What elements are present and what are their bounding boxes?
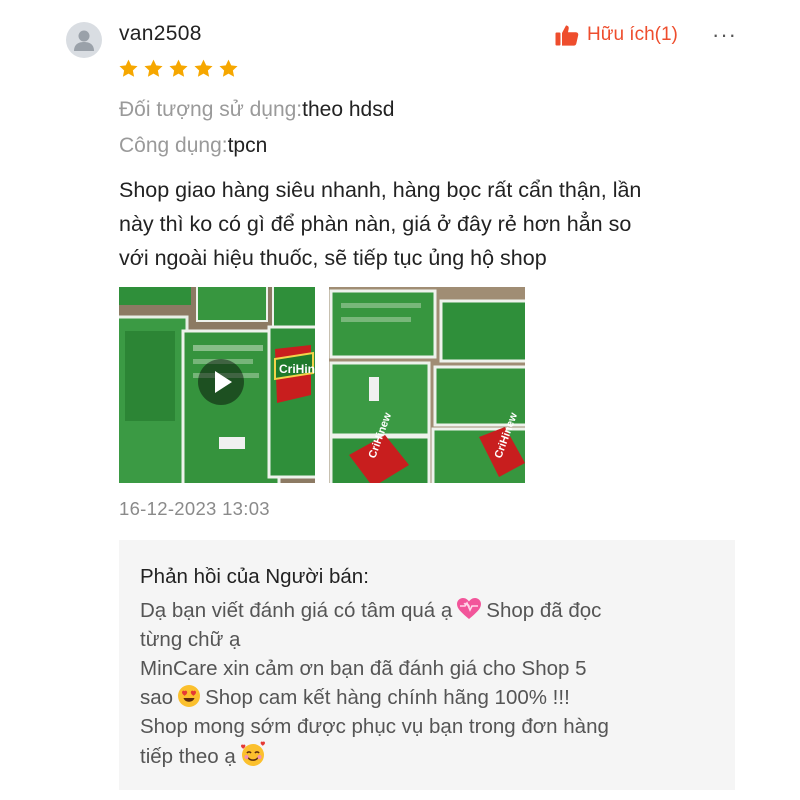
reply-text: tiếp theo ạ: [140, 745, 236, 768]
review-text: Shop giao hàng siêu nhanh, hàng bọc rất …: [119, 173, 729, 275]
reviewer-username[interactable]: van2508: [119, 22, 202, 46]
review-timestamp: 16-12-2023 13:03: [119, 498, 270, 519]
star-icon: [144, 59, 163, 77]
reply-text: Shop cam kết hàng chính hãng 100% !!!: [205, 686, 570, 709]
more-dots-icon[interactable]: ···: [712, 24, 737, 46]
seller-reply-title: Phản hồi của Người bán:: [140, 565, 369, 588]
attribute-value: theo hdsd: [302, 98, 395, 121]
helpful-button[interactable]: Hữu ích(1): [555, 24, 678, 46]
reply-line: sao Shop cam kết hàng chính hãng 100% !!!: [140, 683, 720, 712]
star-icon: [169, 59, 188, 77]
review-text-line: này thì ko có gì để phàn nàn, giá ở đây …: [119, 212, 632, 236]
reply-text: Shop đã đọc: [486, 599, 602, 622]
user-silhouette-icon: [74, 30, 94, 51]
star-icon: [219, 59, 238, 77]
smiling-face-with-hearts-emoji: [240, 741, 266, 767]
attribute-label: Đối tượng sử dụng:: [119, 98, 303, 121]
thumbs-up-icon: [555, 25, 579, 46]
product-photo: CriHinew CriHinew: [329, 287, 525, 483]
seller-reply-body: Dạ bạn viết đánh giá có tâm quá ạ Shop đã…: [140, 596, 720, 771]
reply-line: Shop mong sớm được phục vụ bạn trong đơn…: [140, 715, 609, 738]
review-text-line: với ngoài hiệu thuốc, sẽ tiếp tục ủng hộ…: [119, 246, 547, 270]
seller-reply: Phản hồi của Người bán: Dạ bạn viết đánh…: [119, 540, 735, 790]
attribute-row: Đối tượng sử dụng:theo hdsd: [119, 98, 394, 122]
heart-eyes-emoji: [177, 684, 201, 708]
avatar[interactable]: [66, 22, 102, 58]
reply-line: MinCare xin cảm ơn bạn đã đánh giá cho S…: [140, 657, 587, 680]
reply-text: sao: [140, 686, 174, 709]
reply-line: tiếp theo ạ: [140, 741, 720, 771]
helpful-label: Hữu ích(1): [587, 24, 678, 45]
brand-label: CriHinew: [279, 362, 315, 376]
attribute-label: Công dụng:: [119, 134, 228, 157]
play-triangle: [215, 371, 232, 393]
reply-line: từng chữ ạ: [140, 628, 241, 651]
heart-pulse-emoji: [456, 597, 482, 621]
review-photo-thumbnail[interactable]: CriHinew CriHinew: [329, 287, 525, 483]
review-text-line: Shop giao hàng siêu nhanh, hàng bọc rất …: [119, 178, 642, 202]
star-rating: [118, 58, 239, 79]
reply-line: Dạ bạn viết đánh giá có tâm quá ạ Shop đã…: [140, 596, 720, 625]
attribute-value: tpcn: [227, 134, 268, 157]
play-icon[interactable]: [198, 359, 244, 405]
star-icon: [119, 59, 138, 77]
reply-text: Dạ bạn viết đánh giá có tâm quá ạ: [140, 599, 453, 622]
attribute-row: Công dụng:tpcn: [119, 134, 267, 158]
star-icon: [194, 59, 213, 77]
